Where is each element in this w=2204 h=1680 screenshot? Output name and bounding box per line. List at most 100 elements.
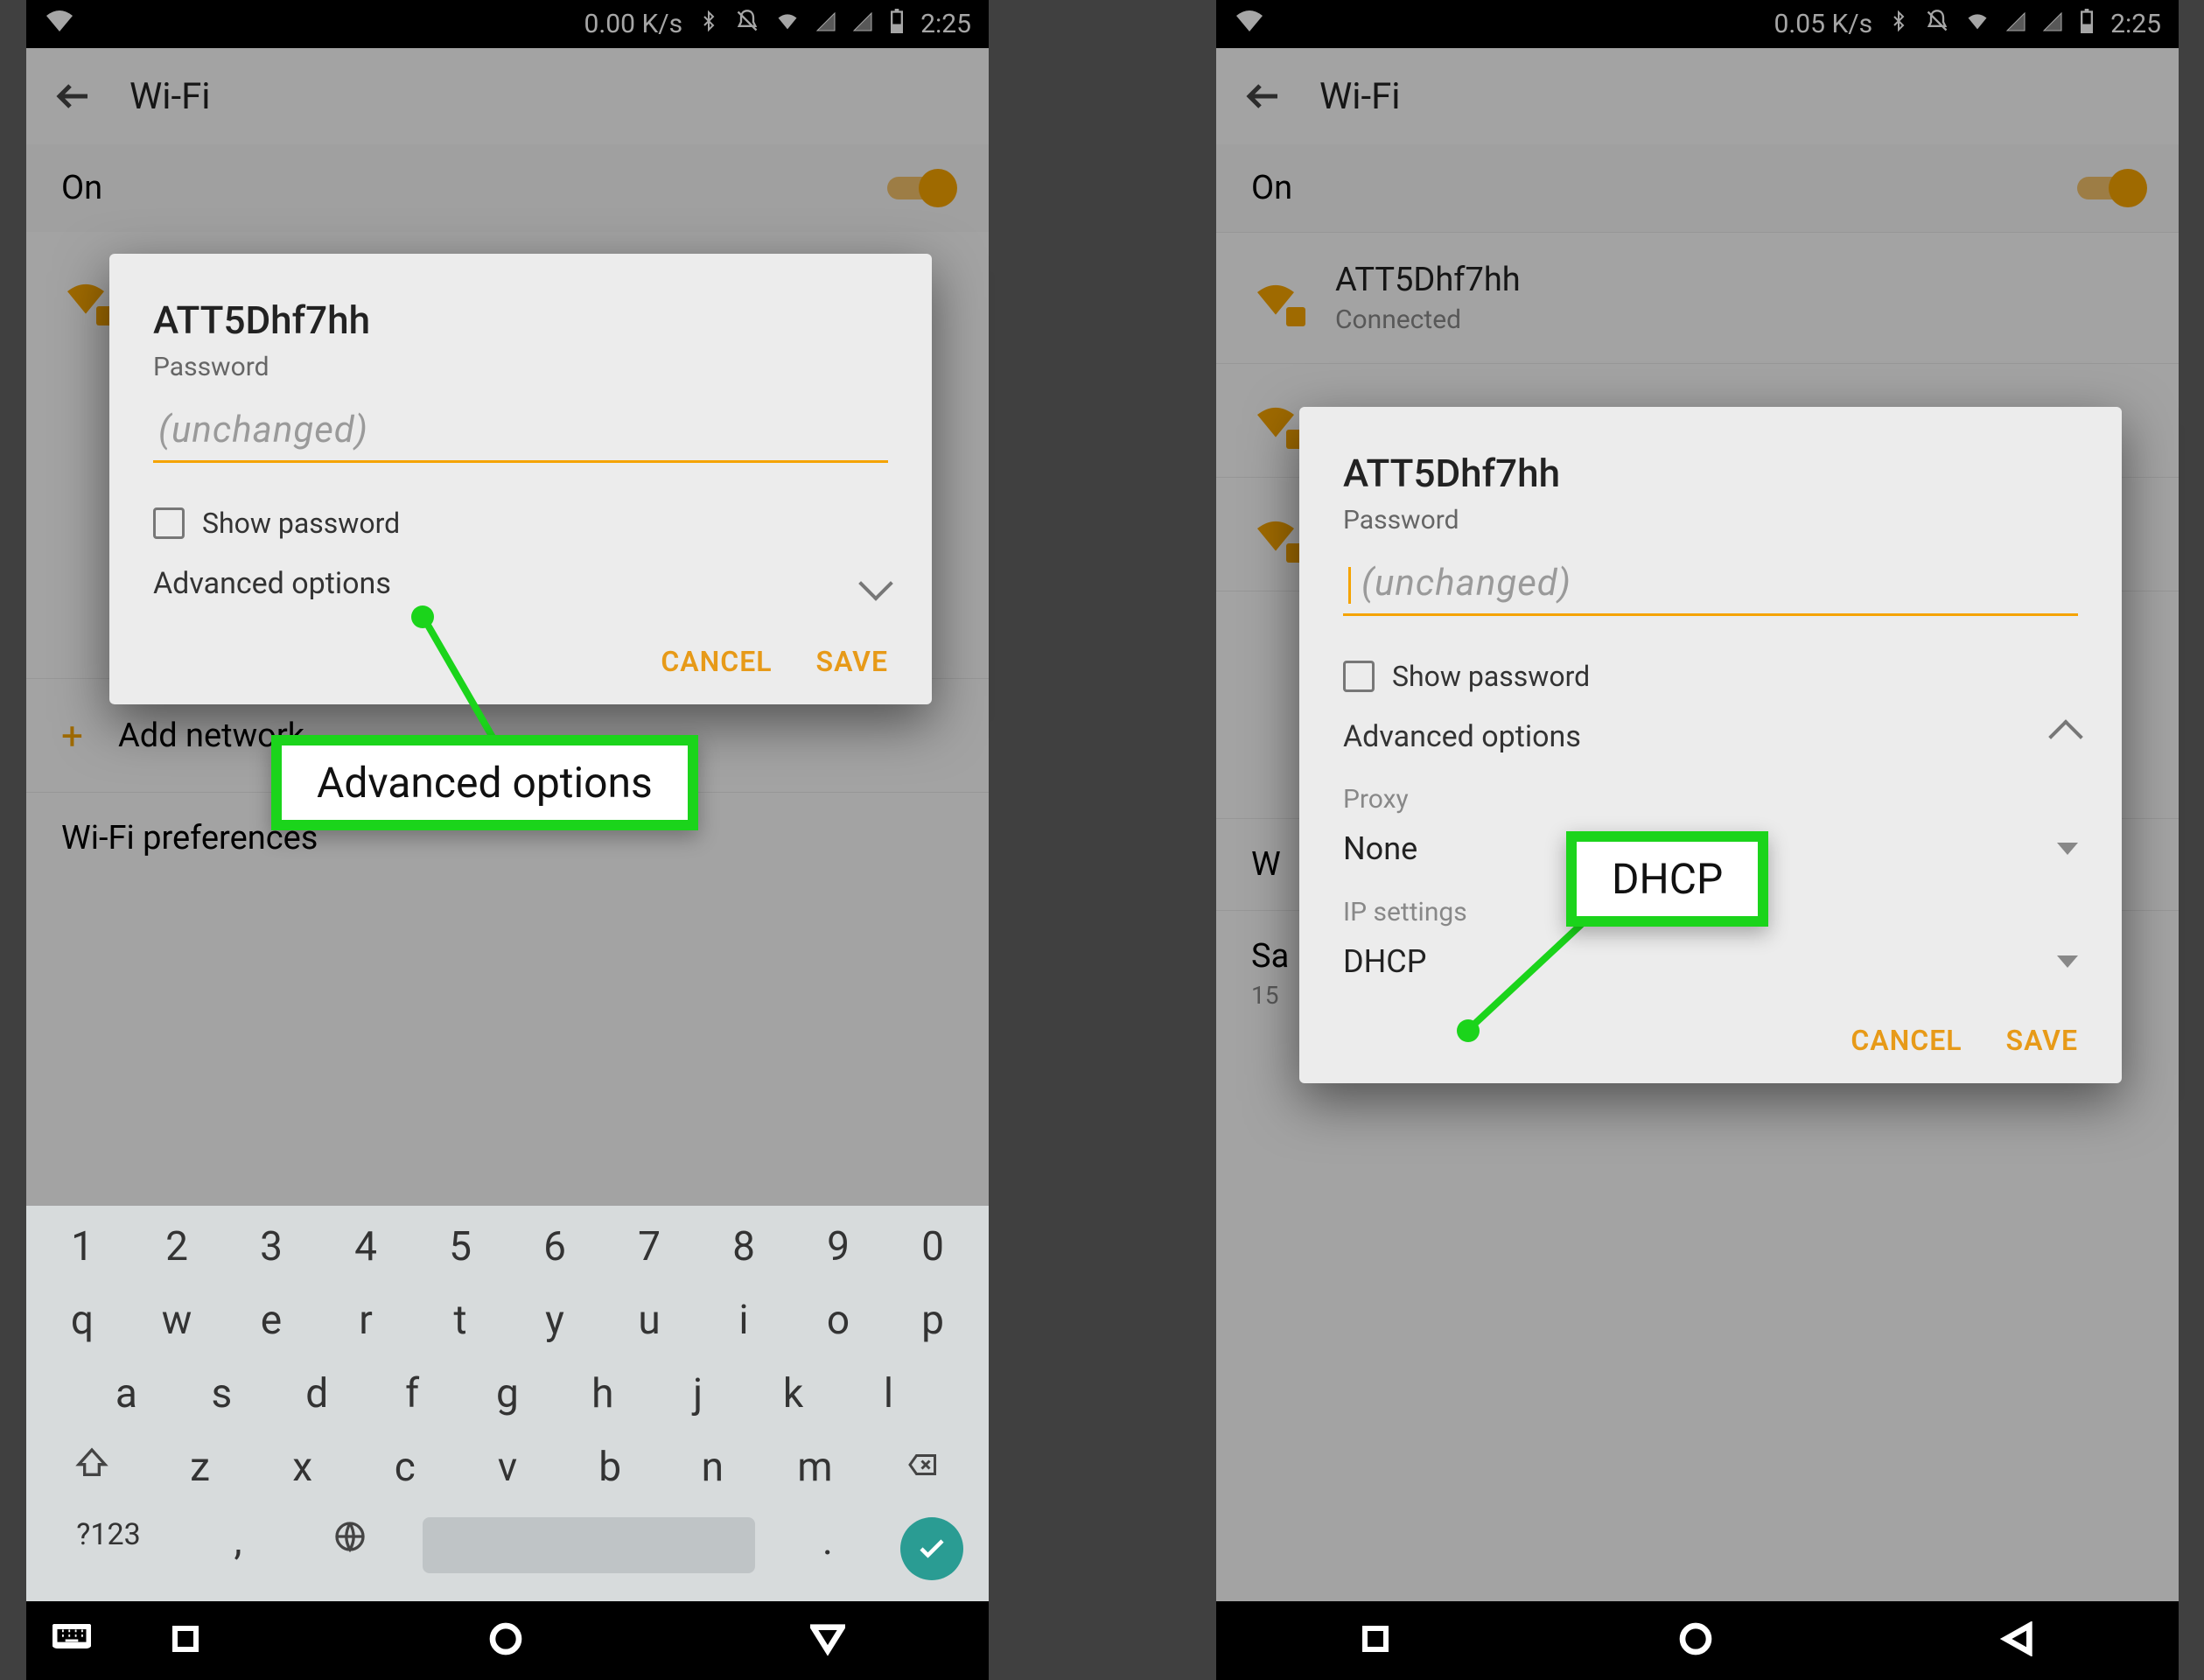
password-input[interactable]: (unchanged) [1343,544,2078,616]
wifi-toggle-row[interactable]: On [26,144,989,232]
password-label: Password [1343,505,2078,536]
key-t[interactable]: t [421,1297,500,1344]
key-n[interactable]: n [673,1444,752,1491]
key-8[interactable]: 8 [704,1223,783,1270]
toggle-label: On [61,169,102,207]
cancel-button[interactable]: CANCEL [661,645,772,678]
page-title: Wi-Fi [1319,75,1401,118]
comma-key[interactable]: , [199,1517,277,1580]
show-password-row[interactable]: Show password [153,507,888,540]
key-d[interactable]: d [277,1370,356,1418]
ip-settings-value: DHCP [1343,943,1426,980]
signal-icon-2 [2042,9,2063,39]
lang-key[interactable] [311,1517,389,1580]
key-p[interactable]: p [893,1297,972,1344]
save-button[interactable]: SAVE [816,645,888,678]
wifi-secure-icon [61,273,110,322]
enter-key[interactable] [900,1517,963,1580]
key-j[interactable]: j [659,1370,738,1418]
wifi-switch[interactable] [2077,171,2144,206]
key-v[interactable]: v [468,1444,547,1491]
show-password-checkbox[interactable] [153,508,185,539]
wifi-secure-icon [1251,396,1300,445]
key-5[interactable]: 5 [421,1223,500,1270]
key-0[interactable]: 0 [893,1223,972,1270]
key-x[interactable]: x [263,1444,342,1491]
key-7[interactable]: 7 [610,1223,689,1270]
key-b[interactable]: b [570,1444,649,1491]
key-s[interactable]: s [182,1370,261,1418]
battery-icon [2079,9,2095,40]
symbols-key[interactable]: ?123 [52,1517,165,1580]
cancel-button[interactable]: CANCEL [1851,1024,1962,1057]
advanced-options-row[interactable]: Advanced options [153,566,888,601]
key-o[interactable]: o [799,1297,878,1344]
shift-key[interactable] [35,1444,149,1491]
clock: 2:25 [920,9,971,39]
callout-dot [1457,1019,1480,1042]
signal-icon-1 [815,9,836,39]
nav-bar [26,1601,989,1680]
key-i[interactable]: i [704,1297,783,1344]
key-f[interactable]: f [373,1370,451,1418]
soft-keyboard[interactable]: 1234567890 qwertyuiop asdfghjkl zxcvbnm … [26,1206,989,1601]
nav-home-icon[interactable] [488,1621,523,1660]
key-m[interactable]: m [775,1444,854,1491]
advanced-options-row[interactable]: Advanced options [1343,719,2078,754]
wifi-small-icon [775,9,800,40]
back-icon[interactable] [52,75,94,117]
nav-overview-icon[interactable] [1360,1623,1391,1658]
show-password-checkbox[interactable] [1343,661,1375,692]
keyboard-hide-icon[interactable] [52,1624,91,1657]
battery-icon [889,9,905,40]
key-w[interactable]: w [137,1297,216,1344]
key-6[interactable]: 6 [515,1223,594,1270]
nav-back-icon[interactable] [2000,1621,2035,1660]
wifi-small-icon [1965,9,1990,40]
backspace-key[interactable] [866,1444,980,1491]
back-icon[interactable] [1242,75,1284,117]
key-e[interactable]: e [232,1297,311,1344]
key-y[interactable]: y [515,1297,594,1344]
network-dialog: ATT5Dhf7hh Password (unchanged) Show pas… [109,254,932,704]
key-h[interactable]: h [563,1370,642,1418]
nav-home-icon[interactable] [1678,1621,1713,1660]
key-4[interactable]: 4 [326,1223,405,1270]
network-name: ATT5Dhf7hh [1335,259,1521,302]
key-c[interactable]: c [366,1444,444,1491]
key-3[interactable]: 3 [232,1223,311,1270]
nav-overview-icon[interactable] [170,1623,201,1658]
key-2[interactable]: 2 [137,1223,216,1270]
dnd-icon [735,9,759,40]
period-key[interactable]: . [788,1517,867,1580]
signal-icon-2 [852,9,873,39]
key-9[interactable]: 9 [799,1223,878,1270]
save-button[interactable]: SAVE [2006,1024,2078,1057]
key-g[interactable]: g [468,1370,547,1418]
ip-settings-select[interactable]: DHCP [1343,943,2078,980]
key-1[interactable]: 1 [43,1223,122,1270]
key-q[interactable]: q [43,1297,122,1344]
key-u[interactable]: u [610,1297,689,1344]
key-r[interactable]: r [326,1297,405,1344]
wifi-toggle-row[interactable]: On [1216,144,2179,232]
show-password-row[interactable]: Show password [1343,660,2078,693]
status-bar: 0.05 K/s 2:25 [1216,0,2179,48]
nav-back-icon[interactable] [810,1621,845,1660]
key-l[interactable]: l [849,1370,927,1418]
network-status: Connected [1335,303,1521,337]
key-a[interactable]: a [87,1370,165,1418]
proxy-label: Proxy [1343,784,2078,815]
dialog-ssid: ATT5Dhf7hh [153,298,888,343]
callout-dot [411,606,434,628]
network-row-connected[interactable]: ATT5Dhf7hh Connected [1216,232,2179,363]
advanced-options-label: Advanced options [153,566,391,601]
key-k[interactable]: k [754,1370,833,1418]
phone-right: 0.05 K/s 2:25 Wi-Fi On ATT5Dhf7hh Connec… [1216,0,2179,1680]
advanced-options-label: Advanced options [1343,719,1581,754]
spacebar-key[interactable] [423,1517,755,1573]
wifi-switch[interactable] [887,171,954,206]
toggle-label: On [1251,169,1292,207]
password-input[interactable]: (unchanged) [153,391,888,463]
key-z[interactable]: z [161,1444,240,1491]
